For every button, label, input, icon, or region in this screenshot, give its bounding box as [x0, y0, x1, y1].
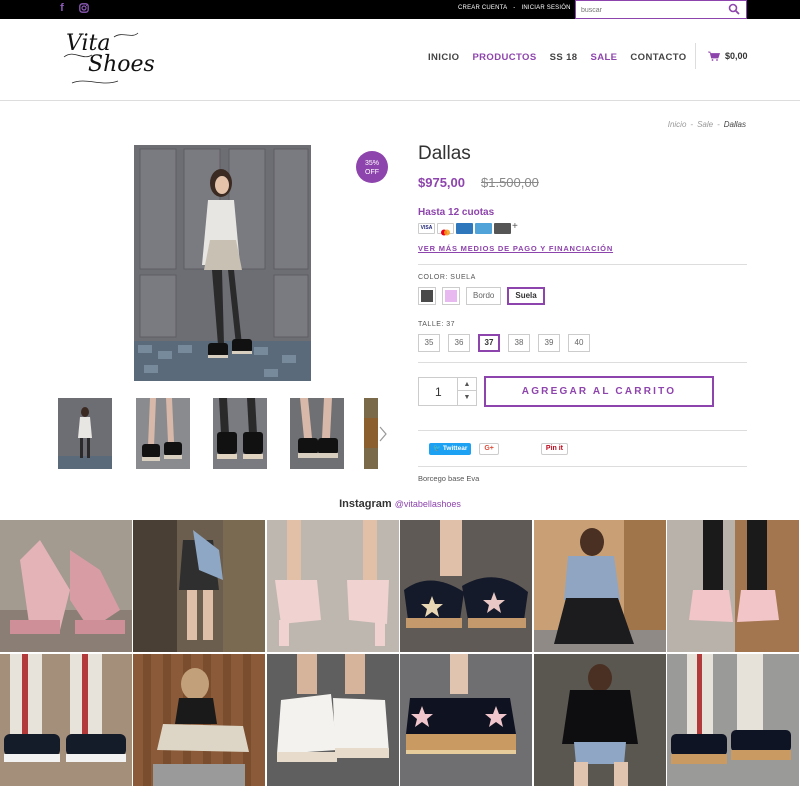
twitter-share-button[interactable]: 🐦 Twittear	[429, 443, 472, 455]
site-logo[interactable]: Vita Shoes	[62, 27, 155, 89]
instagram-photo[interactable]	[267, 654, 399, 786]
divider	[418, 430, 747, 431]
mastercard-icon	[437, 223, 454, 236]
instagram-photo[interactable]	[667, 654, 799, 786]
installments-text: Hasta 12 cuotas	[418, 207, 495, 218]
instagram-photo[interactable]	[133, 520, 265, 652]
instagram-heading: Instagram @vitabellashoes	[0, 498, 800, 510]
amex-icon	[456, 223, 473, 234]
chevron-up-icon[interactable]: ▲	[458, 378, 476, 391]
login-link[interactable]: INICIAR SESIÓN	[522, 5, 571, 11]
divider	[418, 362, 747, 363]
nav-ss18[interactable]: SS 18	[550, 52, 578, 63]
nav-inicio[interactable]: INICIO	[428, 52, 459, 63]
site-header: Vita Shoes INICIO PRODUCTOS SS 18 SALE C…	[0, 19, 800, 101]
product-description: Borcego base Eva	[418, 474, 480, 483]
payment-cards: VISA +	[418, 221, 518, 236]
logo-flourish-icon	[63, 32, 139, 84]
share-buttons: 🐦 Twittear G+ Pin it	[429, 443, 569, 455]
cart-total: $0,00	[725, 51, 748, 61]
twitter-icon: 🐦	[433, 445, 442, 452]
cart-button[interactable]: $0,00	[695, 43, 748, 69]
quantity-input[interactable]: 1	[435, 385, 442, 399]
thumbnail[interactable]	[290, 398, 344, 469]
color-label: COLOR: SUELA	[418, 274, 476, 281]
plus-icon: +	[512, 221, 518, 232]
color-option-bordo[interactable]: Bordo	[466, 287, 502, 305]
search-icon[interactable]	[728, 3, 740, 15]
instagram-photo[interactable]	[534, 520, 666, 652]
instagram-photo[interactable]	[400, 654, 532, 786]
breadcrumb: Inicio - Sale - Dallas	[667, 120, 746, 129]
thumbnail[interactable]	[213, 398, 267, 469]
payment-methods-link[interactable]: VER MÁS MEDIOS DE PAGO Y FINANCIACIÓN	[418, 244, 613, 253]
instagram-photo[interactable]	[0, 654, 132, 786]
top-bar: f CREAR CUENTA - INICIAR SESIÓN	[0, 0, 800, 19]
divider	[418, 264, 747, 265]
breadcrumb-sale[interactable]: Sale	[697, 120, 713, 129]
account-links: CREAR CUENTA - INICIAR SESIÓN	[458, 5, 571, 11]
bank-card-icon	[494, 223, 511, 234]
size-option-37[interactable]: 37	[478, 334, 500, 352]
instagram-photo[interactable]	[534, 654, 666, 786]
product-main-image[interactable]	[134, 145, 311, 381]
product-name: Dallas	[418, 143, 471, 164]
color-option-suela[interactable]: Suela	[507, 287, 545, 305]
gplus-share-button[interactable]: G+	[479, 443, 499, 455]
size-option-35[interactable]: 35	[418, 334, 440, 352]
instagram-photo[interactable]	[267, 520, 399, 652]
size-option-39[interactable]: 39	[538, 334, 560, 352]
instagram-photo[interactable]	[667, 520, 799, 652]
instagram-icon[interactable]	[78, 2, 90, 16]
separator: -	[513, 5, 516, 11]
product-price: $975,00	[418, 175, 465, 190]
size-option-40[interactable]: 40	[568, 334, 590, 352]
main-nav: INICIO PRODUCTOS SS 18 SALE CONTACTO	[428, 52, 687, 63]
size-option-36[interactable]: 36	[448, 334, 470, 352]
chevron-right-icon[interactable]	[378, 426, 388, 442]
visa-icon: VISA	[418, 223, 435, 234]
divider	[418, 466, 747, 467]
cart-icon	[708, 51, 720, 61]
thumbnail[interactable]	[364, 398, 378, 469]
discount-badge: 35% OFF	[356, 151, 388, 183]
social-links: f	[56, 2, 90, 16]
card-icon	[475, 223, 492, 234]
facebook-icon[interactable]: f	[56, 2, 68, 16]
nav-productos[interactable]: PRODUCTOS	[472, 52, 536, 63]
size-option-38[interactable]: 38	[508, 334, 530, 352]
thumbnail[interactable]	[58, 398, 112, 469]
thumbnail[interactable]	[136, 398, 190, 469]
search-box	[575, 0, 747, 19]
size-options: 35 36 37 38 39 40	[418, 334, 590, 352]
search-input[interactable]	[581, 4, 721, 16]
color-swatch-pink[interactable]	[442, 287, 460, 305]
instagram-title: Instagram	[339, 498, 392, 510]
nav-sale[interactable]: SALE	[590, 52, 617, 63]
create-account-link[interactable]: CREAR CUENTA	[458, 5, 507, 11]
instagram-photo[interactable]	[133, 654, 265, 786]
quantity-stepper: 1 ▲ ▼	[418, 377, 477, 406]
breadcrumb-current: Dallas	[723, 120, 746, 129]
color-options: Bordo Suela	[418, 287, 545, 305]
instagram-photo[interactable]	[0, 520, 132, 652]
size-label: TALLE: 37	[418, 321, 456, 328]
instagram-handle[interactable]: @vitabellashoes	[395, 499, 461, 509]
nav-contacto[interactable]: CONTACTO	[630, 52, 686, 63]
instagram-photo[interactable]	[400, 520, 532, 652]
pinterest-share-button[interactable]: Pin it	[540, 443, 569, 455]
discount-percent: 35%	[364, 160, 379, 167]
instagram-grid	[0, 520, 800, 800]
product-old-price: $1.500,00	[481, 175, 539, 190]
chevron-down-icon[interactable]: ▼	[458, 391, 476, 404]
add-to-cart-button[interactable]: AGREGAR AL CARRITO	[484, 376, 714, 407]
color-swatch-gray[interactable]	[418, 287, 436, 305]
breadcrumb-inicio[interactable]: Inicio	[668, 120, 687, 129]
discount-off-label: OFF	[365, 169, 379, 176]
